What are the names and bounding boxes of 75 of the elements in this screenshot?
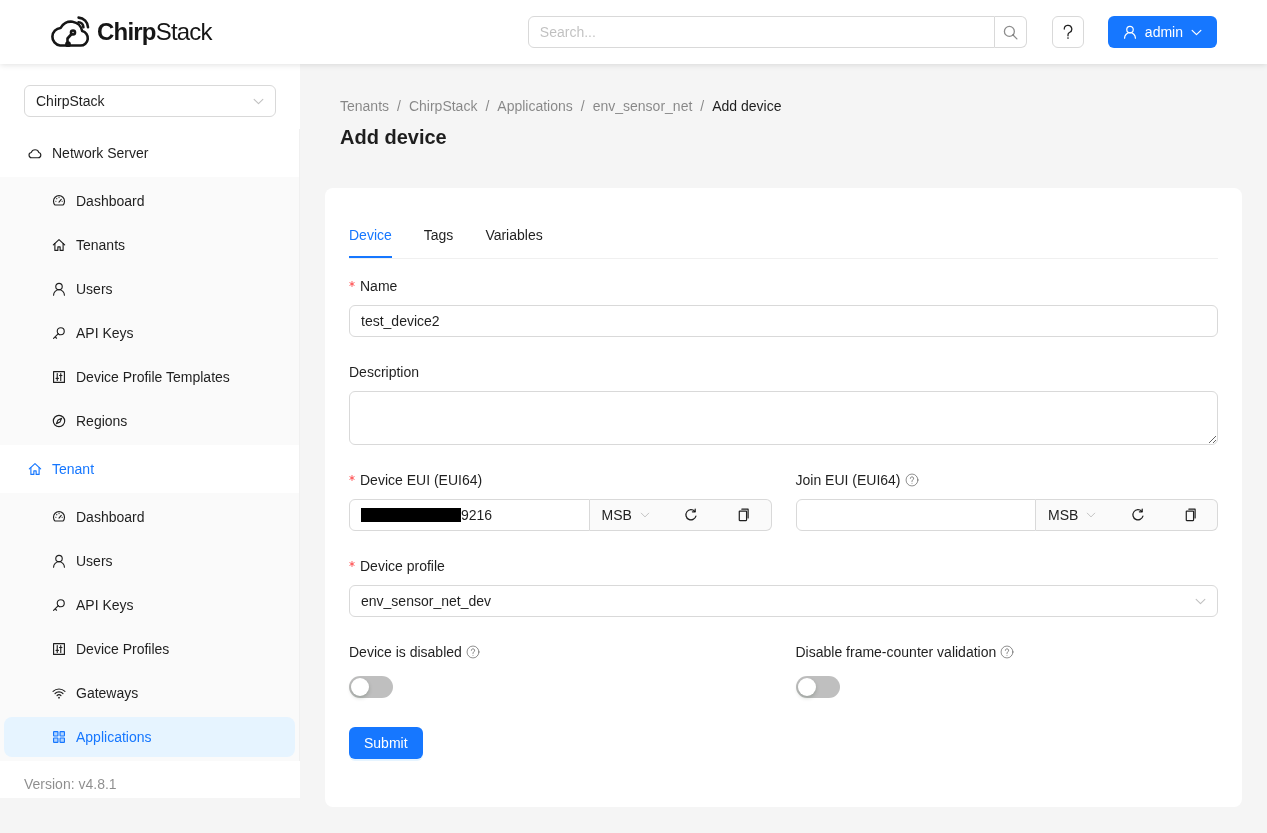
question-mark-icon: [1062, 24, 1073, 40]
home-icon: [28, 462, 42, 476]
menu-item[interactable]: Dashboard: [4, 497, 295, 537]
switch-knob: [351, 678, 369, 696]
menu-item[interactable]: API Keys: [4, 585, 295, 625]
eui-field[interactable]: 9216: [349, 499, 590, 531]
field-label: Device is disabled: [349, 644, 462, 660]
key-icon: [52, 598, 66, 612]
field-label: Name: [360, 278, 398, 294]
tenant-select[interactable]: ChirpStack: [24, 85, 276, 117]
byte-order-select[interactable]: MSB: [589, 500, 665, 530]
chevron-down-icon: [639, 512, 650, 518]
menu-item[interactable]: Device Profiles: [4, 629, 295, 669]
toggle-switch[interactable]: [349, 676, 393, 698]
dropdown-select[interactable]: env_sensor_net_dev: [349, 585, 1218, 617]
breadcrumb-separator: /: [580, 97, 585, 116]
search-icon: [1002, 24, 1018, 40]
sliders-icon: [52, 370, 66, 384]
menu-item[interactable]: Regions: [4, 401, 295, 441]
copy-icon: [738, 508, 750, 522]
compass-icon: [52, 414, 66, 428]
menu-group-title[interactable]: Network Server: [4, 133, 295, 173]
brand-name: ChirpStack: [97, 17, 212, 47]
chevron-down-icon: [1195, 597, 1206, 605]
breadcrumb-separator: /: [485, 97, 490, 116]
menu-item[interactable]: Device Profile Templates: [4, 357, 295, 397]
field-label: Disable frame-counter validation: [795, 644, 997, 660]
gauge-icon: [52, 194, 66, 208]
submit-button[interactable]: Submit: [349, 727, 423, 759]
wifi-icon: [52, 686, 66, 700]
tab[interactable]: Variables: [485, 212, 543, 258]
copy-icon: [1184, 508, 1197, 522]
byte-order-select[interactable]: MSB: [1036, 500, 1111, 530]
home-icon: [52, 238, 66, 252]
gauge-icon: [52, 510, 66, 524]
user-menu-button[interactable]: admin: [1107, 16, 1217, 48]
key-icon: [52, 326, 66, 340]
user-icon: [52, 282, 66, 296]
field-label: Device EUI (EUI64): [360, 472, 483, 488]
menu-item[interactable]: Gateways: [4, 673, 295, 713]
field-label: Device profile: [360, 558, 445, 574]
cloud-icon: [28, 147, 42, 159]
menu-item[interactable]: API Keys: [4, 313, 295, 353]
toggle-switch[interactable]: [795, 676, 840, 698]
text-field[interactable]: test_device2: [349, 305, 1218, 337]
search-button[interactable]: [994, 16, 1027, 48]
menu-item[interactable]: Dashboard: [4, 181, 295, 221]
tab[interactable]: Device: [349, 212, 392, 258]
chevron-down-icon: [1191, 28, 1202, 36]
eui-field[interactable]: [795, 499, 1036, 531]
chevron-down-icon: [1086, 512, 1097, 518]
menu-item[interactable]: Users: [4, 269, 295, 309]
version-label: Version: v4.8.1: [24, 776, 117, 792]
menu-item[interactable]: Tenants: [4, 225, 295, 265]
tab[interactable]: Tags: [423, 212, 454, 258]
menu-group-title[interactable]: Tenant: [4, 449, 295, 489]
field-label: Description: [349, 364, 420, 380]
user-icon: [1122, 25, 1137, 39]
menu-item[interactable]: Applications: [4, 717, 295, 757]
sliders-icon: [52, 642, 66, 656]
menu-item[interactable]: Users: [4, 541, 295, 581]
breadcrumb-current: Add device: [712, 97, 782, 116]
breadcrumb-separator: /: [700, 97, 705, 116]
field-label: Join EUI (EUI64): [795, 472, 901, 488]
help-button[interactable]: [1051, 16, 1084, 48]
cloud-logo-icon: [50, 16, 90, 48]
search-field[interactable]: Search...: [527, 16, 995, 48]
refresh-icon: [1130, 508, 1145, 522]
grid-icon: [52, 730, 66, 744]
refresh-icon: [684, 508, 698, 522]
breadcrumb-separator: /: [397, 97, 401, 116]
chevron-down-icon: [253, 97, 264, 105]
page-title: Add device: [339, 125, 448, 150]
user-icon: [52, 554, 66, 568]
switch-knob: [797, 678, 816, 696]
